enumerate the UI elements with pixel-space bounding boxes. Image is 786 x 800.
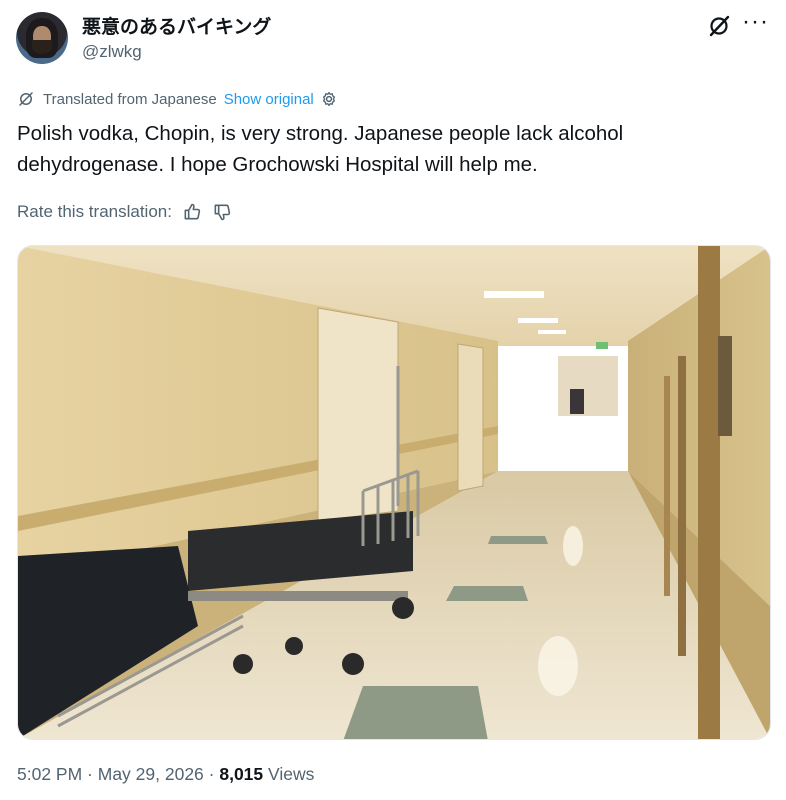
rate-translation: Rate this translation: [17, 202, 232, 222]
translation-label: Translated from Japanese [43, 90, 217, 108]
thumbs-up-icon[interactable] [182, 202, 202, 222]
display-name[interactable]: 悪意のあるバイキング [82, 12, 271, 39]
hospital-corridor-photo [18, 246, 770, 739]
tweet-date[interactable]: May 29, 2026 [98, 764, 204, 784]
tweet-time[interactable]: 5:02 PM [17, 764, 82, 784]
views-label: Views [263, 764, 315, 784]
more-icon[interactable]: ··· [742, 8, 769, 36]
user-handle[interactable]: @zlwkg [82, 42, 142, 62]
tweet-meta: 5:02 PM · May 29, 2026 · 8,015 Views [17, 764, 314, 785]
grok-icon[interactable] [707, 14, 731, 38]
meta-separator: · [203, 764, 220, 784]
rate-label: Rate this translation: [17, 202, 172, 221]
tweet-text: Polish vodka, Chopin, is very strong. Ja… [17, 122, 624, 176]
views-count: 8,015 [219, 764, 264, 784]
meta-separator: · [82, 764, 98, 784]
show-original-link[interactable]: Show original [224, 91, 314, 108]
translation-notice: Translated from Japanese Show original [17, 90, 338, 108]
avatar[interactable] [16, 12, 68, 64]
thumbs-down-icon[interactable] [212, 202, 232, 222]
tweet-photo[interactable] [17, 245, 771, 740]
avatar-beard [32, 40, 52, 54]
gear-icon[interactable] [320, 90, 338, 108]
translate-icon [19, 92, 33, 106]
